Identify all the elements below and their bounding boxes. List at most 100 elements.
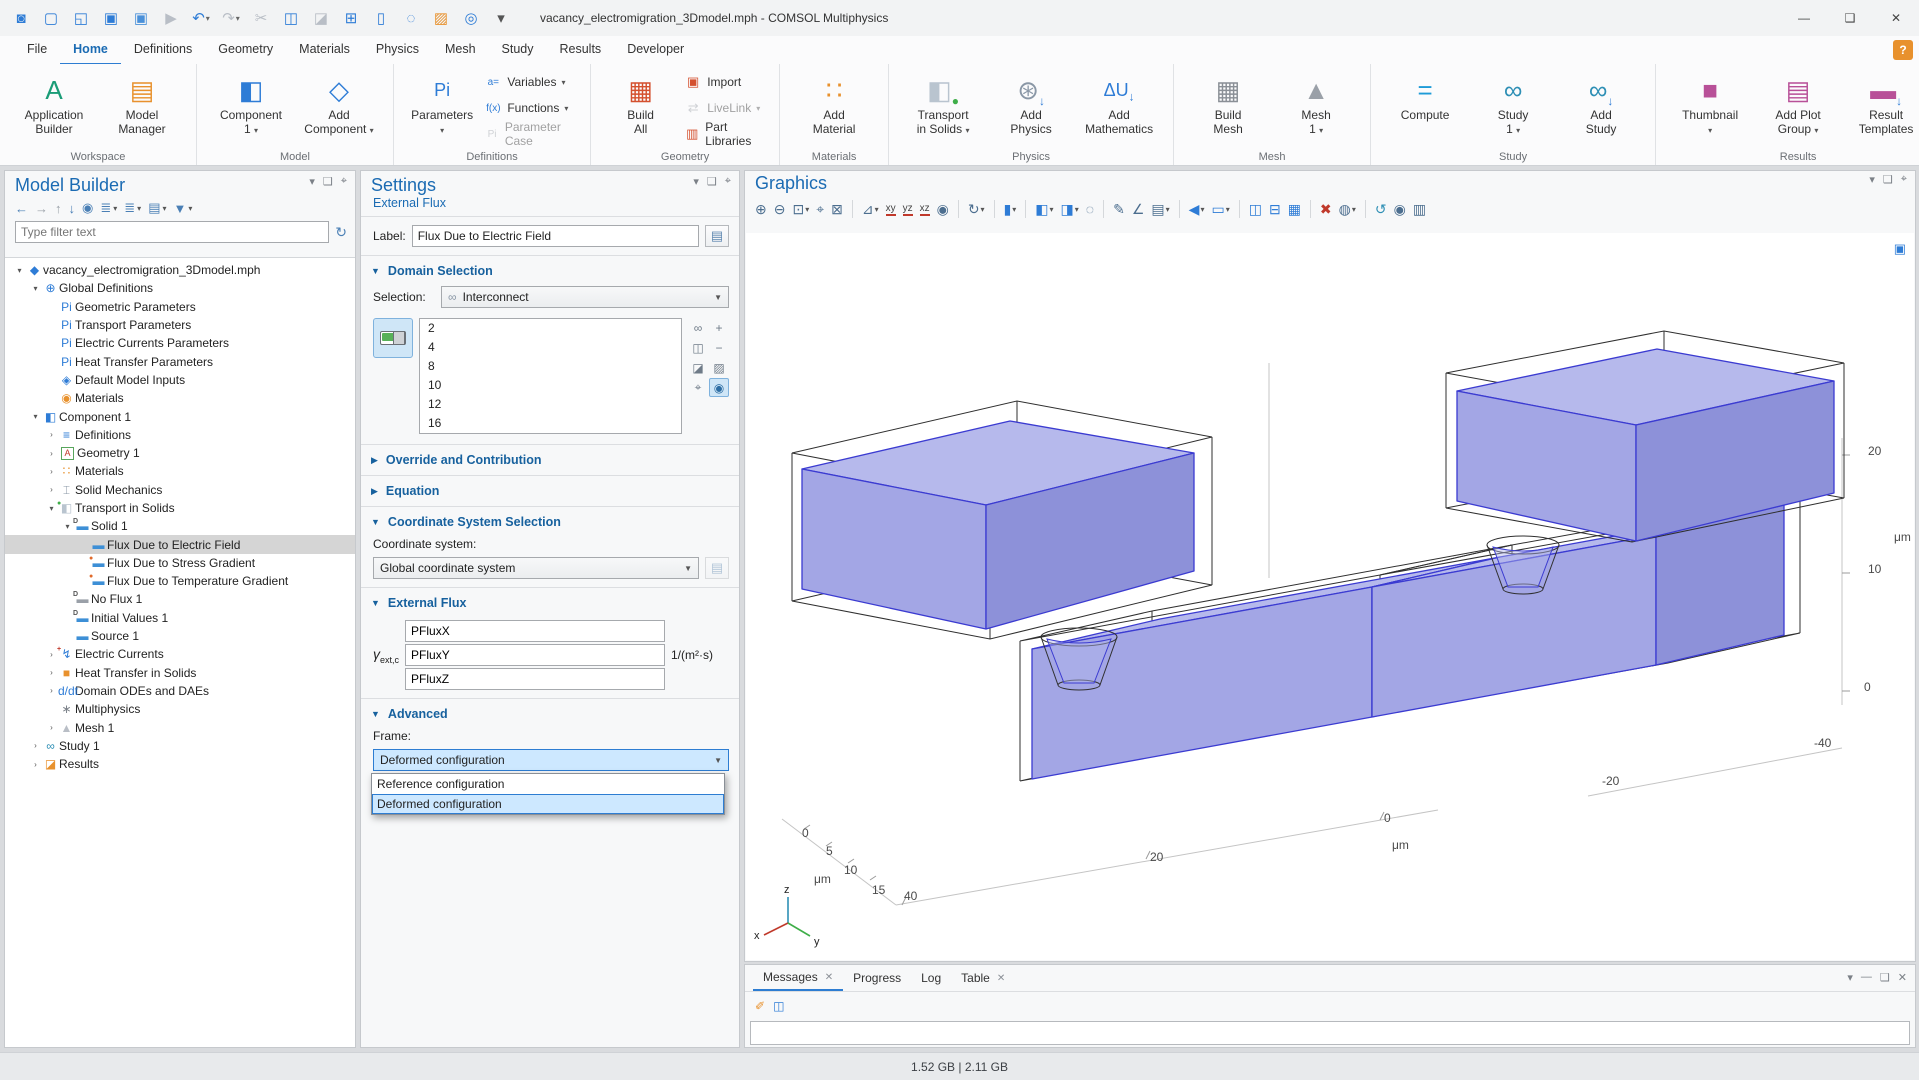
close-tab-icon[interactable]: ✕ — [825, 972, 833, 983]
zoom-selected-icon[interactable]: ⊠ — [829, 200, 845, 219]
new-file-icon[interactable]: ▢ — [38, 6, 64, 30]
menu-results[interactable]: Results — [547, 35, 615, 63]
zoom-out-icon[interactable]: ⊖ — [772, 200, 788, 219]
redo-icon[interactable]: ↷▾ — [218, 6, 244, 30]
select-boundary-icon[interactable]: ◧▾ — [1033, 200, 1055, 219]
menu-home[interactable]: Home — [60, 35, 121, 65]
panel-menu-icon[interactable]: ▾ — [309, 175, 315, 188]
section-coordinate-system[interactable]: Coordinate System Selection — [388, 515, 561, 529]
tree-item-materials[interactable]: ›∷Materials — [5, 462, 355, 480]
livelink-button[interactable]: ⇄LiveLink▾ — [684, 98, 769, 118]
panel-pin-icon[interactable]: ⌖ — [725, 175, 731, 188]
coordinate-system-extra-button[interactable]: ▤ — [705, 557, 729, 579]
save-icon[interactable]: ▣ — [98, 6, 124, 30]
image-settings-icon[interactable]: ▤▾ — [1149, 200, 1171, 219]
collapse-icon[interactable]: ≣▾ — [124, 200, 141, 216]
section-advanced[interactable]: Advanced — [388, 707, 448, 721]
zoom-to-selection-icon[interactable]: ⌖ — [688, 378, 708, 397]
active-selection-toggle[interactable] — [373, 318, 413, 358]
chevron-right-icon[interactable]: › — [45, 485, 58, 494]
coordinate-system-combobox[interactable]: Global coordinate system ▼ — [373, 557, 699, 579]
messages-panel-controls[interactable]: ▾—❑✕ — [1847, 971, 1907, 984]
tree-item-no-flux-1[interactable]: ▬DNo Flux 1 — [5, 590, 355, 608]
mesh-1-button[interactable]: ▲Mesh1 ▾ — [1272, 70, 1360, 138]
thumbnail-button[interactable]: ■Thumbnail ▾ — [1666, 70, 1754, 138]
tree-item-vacancy-electromigration-3dmodel-mph[interactable]: ▾◆vacancy_electromigration_3Dmodel.mph — [5, 261, 355, 279]
print-icon[interactable]: ▥ — [1411, 200, 1428, 219]
chevron-down-icon[interactable]: ▼ — [371, 266, 380, 276]
tree-item-default-model-inputs[interactable]: ◈Default Model Inputs — [5, 371, 355, 389]
selection-color-icon[interactable]: ✖ — [1318, 200, 1334, 219]
messages-output[interactable] — [750, 1021, 1910, 1045]
plot-properties-icon[interactable]: ▣ — [1894, 241, 1906, 257]
section-override[interactable]: Override and Contribution — [386, 453, 542, 467]
tree-item-global-definitions[interactable]: ▾⊕Global Definitions — [5, 279, 355, 297]
move-up-icon[interactable]: ↑ — [55, 201, 62, 216]
close-button[interactable]: ✕ — [1873, 0, 1919, 36]
undo-icon[interactable]: ↶▾ — [188, 6, 214, 30]
plot-in-window-icon[interactable]: ▭▾ — [1209, 200, 1231, 219]
menu-developer[interactable]: Developer — [614, 35, 697, 63]
go-to-source-icon[interactable]: ✎ — [1111, 200, 1127, 219]
create-selection-icon[interactable]: ∞ — [688, 318, 708, 337]
toolbar-overflow-icon[interactable]: ▾ — [488, 6, 514, 30]
compute-button[interactable]: =Compute — [1381, 70, 1469, 122]
external-flux-input-x[interactable] — [405, 620, 665, 642]
tab-log[interactable]: Log — [911, 965, 951, 991]
chevron-right-icon[interactable]: › — [45, 449, 58, 458]
selection-list-item[interactable]: 12 — [428, 397, 681, 416]
study-1-button[interactable]: ∞Study1 ▾ — [1469, 70, 1557, 138]
selection-list[interactable]: 248101216 — [419, 318, 682, 434]
chevron-right-icon[interactable]: › — [45, 467, 58, 476]
tree-item-geometric-parameters[interactable]: PiGeometric Parameters — [5, 298, 355, 316]
paste-icon[interactable]: ◪ — [308, 6, 334, 30]
add-material-button[interactable]: ∷AddMaterial — [790, 70, 878, 136]
settings-icon[interactable]: ↺ — [1373, 200, 1389, 219]
build-mesh-button[interactable]: ▦BuildMesh — [1184, 70, 1272, 136]
section-external-flux[interactable]: External Flux — [388, 596, 467, 610]
external-flux-input-z[interactable] — [405, 668, 665, 690]
panel-menu-icon[interactable]: ▾ — [1869, 173, 1875, 186]
split-horizontal-icon[interactable]: ◫ — [1247, 200, 1264, 219]
chevron-right-icon[interactable]: › — [45, 668, 58, 677]
expand-icon[interactable]: ≣▾ — [100, 200, 117, 216]
add-mathematics-button[interactable]: ΔU↓AddMathematics — [1075, 70, 1163, 136]
snapshot-icon[interactable]: ◉ — [1392, 200, 1408, 219]
tree-item-geometry-1[interactable]: ›AGeometry 1 — [5, 444, 355, 462]
tree-item-initial-values-1[interactable]: ▬DInitial Values 1 — [5, 609, 355, 627]
add-component-button[interactable]: ◇AddComponent ▾ — [295, 70, 383, 138]
select-box-icon[interactable]: ◌ — [1084, 200, 1096, 218]
view-orientation-icon[interactable]: ⊿▾ — [860, 200, 881, 219]
panel-float-icon[interactable]: ❑ — [1883, 173, 1893, 186]
tree-item-flux-due-to-electric-field[interactable]: ▬Flux Due to Electric Field — [5, 535, 355, 553]
clear-selection-icon[interactable]: ▨ — [428, 6, 454, 30]
chevron-down-icon[interactable]: ▾ — [29, 284, 42, 293]
split-vertical-icon[interactable]: ⊟ — [1267, 200, 1283, 219]
tree-item-heat-transfer-parameters[interactable]: PiHeat Transfer Parameters — [5, 352, 355, 370]
select-edge-icon[interactable]: ◨▾ — [1059, 200, 1081, 219]
panel-pin-icon[interactable]: ⌖ — [1901, 173, 1907, 186]
back-icon[interactable]: ← — [15, 201, 28, 216]
menu-study[interactable]: Study — [489, 35, 547, 63]
section-equation[interactable]: Equation — [386, 484, 439, 498]
chevron-down-icon[interactable]: ▼ — [371, 598, 380, 608]
panel-menu-icon[interactable]: ▾ — [693, 175, 699, 188]
menu-definitions[interactable]: Definitions — [121, 35, 205, 63]
result-templates-button[interactable]: ▬↓ResultTemplates — [1842, 70, 1919, 136]
selection-list-item[interactable]: 10 — [428, 378, 681, 397]
frame-option-reference-configuration[interactable]: Reference configuration — [372, 774, 724, 794]
tree-item-flux-due-to-stress-gradient[interactable]: ▬●Flux Due to Stress Gradient — [5, 554, 355, 572]
copy-selection-icon[interactable]: ◫ — [688, 338, 708, 357]
open-file-icon[interactable]: ◱ — [68, 6, 94, 30]
selection-list-item[interactable]: 16 — [428, 416, 681, 435]
remove-from-selection-icon[interactable]: − — [709, 338, 729, 357]
menu-file[interactable]: File — [14, 35, 60, 63]
chevron-right-icon[interactable]: ▶ — [371, 486, 378, 497]
node-group-icon[interactable]: ▤▾ — [148, 200, 166, 216]
view-yz-icon[interactable]: yz — [901, 202, 915, 217]
save-as-icon[interactable]: ▣ — [128, 6, 154, 30]
find-icon[interactable]: ◎ — [458, 6, 484, 30]
plot-icon[interactable]: ◀▾ — [1187, 200, 1207, 219]
delete-icon[interactable]: ▯ — [368, 6, 394, 30]
tree-item-transport-parameters[interactable]: PiTransport Parameters — [5, 316, 355, 334]
